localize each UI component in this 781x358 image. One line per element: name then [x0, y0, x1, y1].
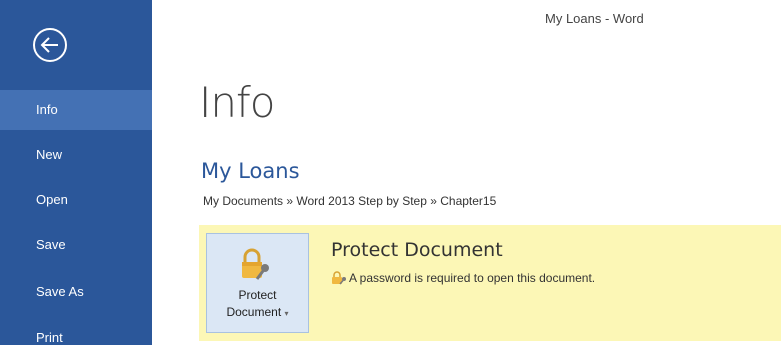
protect-button-label-line2: Document ▾ — [226, 305, 289, 319]
protect-document-heading: Protect Document — [331, 239, 503, 261]
document-name: My Loans — [201, 159, 300, 183]
back-arrow-circle-icon — [33, 28, 67, 62]
dropdown-arrow-icon: ▾ — [284, 309, 289, 318]
page-title: Info — [199, 78, 275, 127]
lock-key-small-icon — [331, 271, 347, 290]
protect-document-description: A password is required to open this docu… — [349, 271, 596, 285]
nav-item-print[interactable]: Print — [0, 318, 152, 358]
protect-button-label-line1: Protect — [238, 288, 277, 302]
document-path-breadcrumb: My Documents » Word 2013 Step by Step » … — [203, 194, 497, 208]
nav-item-new[interactable]: New — [0, 135, 152, 175]
nav-item-open[interactable]: Open — [0, 180, 152, 220]
back-button[interactable] — [32, 27, 68, 63]
nav-item-info[interactable]: Info — [0, 90, 152, 130]
nav-item-save-as[interactable]: Save As — [0, 272, 152, 312]
backstage-sidebar: Info New Open Save Save As Print — [0, 0, 152, 345]
lock-key-icon — [239, 248, 275, 287]
protect-document-button[interactable]: Protect Document ▾ — [206, 233, 309, 333]
window-title: My Loans - Word — [545, 11, 644, 26]
nav-item-save[interactable]: Save — [0, 225, 152, 265]
